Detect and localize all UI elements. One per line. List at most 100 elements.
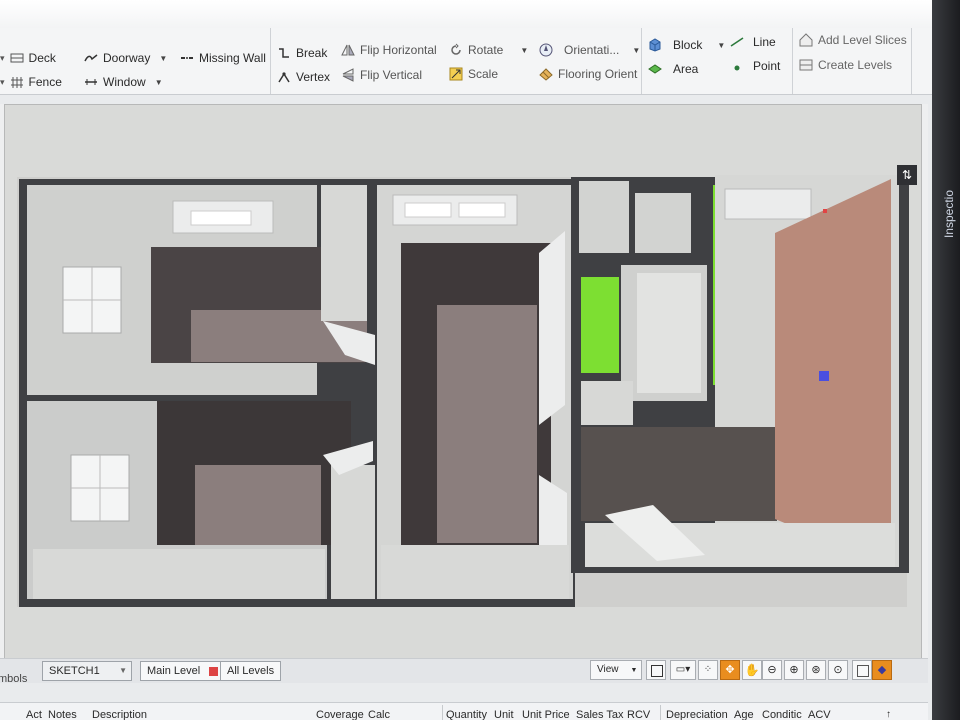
floor-middle — [437, 305, 537, 543]
deck-button[interactable]: ▾ Deck — [0, 48, 56, 68]
closet-top-right-2 — [635, 193, 691, 253]
flip-horizontal-button[interactable]: Flip Horizontal — [341, 40, 437, 60]
block-icon — [648, 38, 662, 52]
deck-icon — [10, 51, 24, 65]
zoom-out-button[interactable]: ⊖ — [762, 660, 782, 680]
layout-dropdown[interactable]: ▭▾ — [670, 660, 696, 680]
flooring-orient-label: Flooring Orient — [558, 67, 638, 81]
break-icon — [277, 46, 291, 60]
deck-label: Deck — [28, 51, 56, 65]
ribbon-group-shapes: Block ▼ Area Line Point — [642, 28, 793, 94]
symbols-panel-fragment[interactable]: mbols — [0, 673, 27, 685]
scale-icon — [449, 67, 463, 81]
zoom-extents-button[interactable]: ⊛ — [806, 660, 826, 680]
flip-vertical-button[interactable]: Flip Vertical — [341, 65, 422, 85]
flooring-orient-icon — [539, 67, 553, 81]
scale-label: Scale — [468, 67, 499, 81]
create-levels-label: Create Levels — [818, 58, 893, 72]
close-icon[interactable] — [209, 666, 219, 676]
vertex-icon — [277, 70, 291, 84]
zoom-in-button[interactable]: ⊕ — [784, 660, 804, 680]
create-levels-icon — [799, 58, 813, 72]
zoom-window-button[interactable]: ⊙ — [828, 660, 848, 680]
floor-bottom-left — [195, 465, 321, 545]
col-sales-tax[interactable]: Sales Tax — [576, 709, 624, 720]
square-icon — [651, 665, 663, 677]
create-levels-button[interactable]: Create Levels — [799, 55, 892, 75]
col-unit-price[interactable]: Unit Price — [522, 709, 570, 720]
floor-right-dark — [581, 427, 777, 521]
vertex-label: Vertex — [296, 70, 331, 84]
col-act[interactable]: Act — [26, 709, 42, 720]
zoom-window-icon: ⊙ — [833, 664, 843, 676]
floor-plan-3d[interactable] — [5, 105, 921, 661]
vertex-button[interactable]: Vertex — [277, 67, 330, 87]
walk-tool-button[interactable]: ⁘ — [698, 660, 718, 680]
sketch-area: ⇅ — [0, 104, 928, 662]
house-icon — [799, 33, 813, 47]
col-unit[interactable]: Unit — [494, 709, 514, 720]
tab-all-levels[interactable]: All Levels — [220, 661, 282, 681]
line-button[interactable]: Line — [730, 32, 776, 52]
orbit-tool-button[interactable]: ✥ — [720, 660, 740, 680]
hand-icon: ✋ — [744, 663, 760, 677]
col-calc[interactable]: Calc — [368, 709, 390, 720]
scale-button[interactable]: Scale — [449, 64, 498, 84]
app-screen: ▾ Deck ▾ Fence Doorway ▼ Window ▼ Missin… — [0, 0, 932, 720]
sketch-viewport[interactable]: ⇅ — [4, 104, 922, 662]
col-coverage[interactable]: Coverage — [316, 709, 364, 720]
closet-top — [321, 185, 367, 321]
closet-bottom — [331, 465, 375, 599]
flooring-orient-button[interactable]: Flooring Orient — [539, 64, 637, 84]
col-notes[interactable]: Notes — [48, 709, 77, 720]
missing-wall-label: Missing Wall — [199, 51, 266, 65]
col-quantity[interactable]: Quantity — [446, 709, 487, 720]
sketch-selector[interactable]: SKETCH1 ▼ — [42, 661, 132, 681]
add-level-slices-button[interactable]: Add Level Slices — [799, 30, 907, 50]
tab-main-level[interactable]: Main Level — [140, 661, 226, 681]
point-button[interactable]: Point — [730, 56, 780, 76]
block-label: Block — [673, 38, 703, 52]
break-button[interactable]: Break — [277, 43, 327, 63]
line-label: Line — [753, 35, 776, 49]
doorway-icon — [84, 51, 98, 65]
orientation-dropdown[interactable]: Orientati... ▼ — [539, 40, 640, 60]
col-description[interactable]: Description — [92, 709, 147, 720]
scroll-up-icon[interactable]: ↑ — [886, 709, 891, 720]
pan-tool-button[interactable]: ✋ — [742, 660, 762, 680]
point-label: Point — [753, 59, 781, 73]
select-tool-button[interactable] — [646, 660, 666, 680]
missing-wall-icon — [180, 51, 194, 65]
ribbon-group-levels: Add Level Slices Create Levels — [793, 28, 912, 94]
2d-icon — [857, 665, 869, 677]
tab-main-level-label: Main Level — [147, 665, 201, 677]
fence-button[interactable]: ▾ Fence — [0, 72, 62, 92]
doorway-button[interactable]: Doorway ▼ — [84, 48, 167, 68]
area-button[interactable]: Area — [648, 59, 698, 79]
skylight-right — [724, 188, 812, 220]
3d-view-button[interactable]: ◆ — [872, 660, 892, 680]
missing-wall-button[interactable]: Missing Wall — [180, 48, 266, 68]
2d-view-button[interactable] — [852, 660, 872, 680]
rotate-button[interactable]: Rotate ▼ — [449, 40, 528, 60]
window-icon — [84, 75, 98, 89]
marker-cube[interactable] — [819, 371, 829, 381]
tab-all-levels-label: All Levels — [227, 665, 275, 677]
rotate-label: Rotate — [468, 43, 504, 57]
point-icon — [730, 59, 744, 73]
zoom-out-icon: ⊖ — [767, 664, 777, 676]
col-acv[interactable]: ACV — [808, 709, 831, 720]
block-button[interactable]: Block ▼ — [648, 35, 725, 55]
window-button[interactable]: Window ▼ — [84, 72, 163, 92]
col-rcv[interactable]: RCV — [627, 709, 650, 720]
swap-arrows-icon[interactable]: ⇅ — [897, 165, 917, 185]
break-label: Break — [296, 46, 328, 60]
col-age[interactable]: Age — [734, 709, 754, 720]
view-label: View — [597, 664, 619, 675]
view-dropdown[interactable]: View ▼ — [590, 660, 642, 680]
col-condition[interactable]: Conditic — [762, 709, 802, 720]
flip-horizontal-icon — [341, 43, 355, 57]
zoom-in-icon: ⊕ — [789, 664, 799, 676]
3d-cube-icon: ◆ — [877, 664, 887, 676]
col-depreciation[interactable]: Depreciation — [666, 709, 728, 720]
